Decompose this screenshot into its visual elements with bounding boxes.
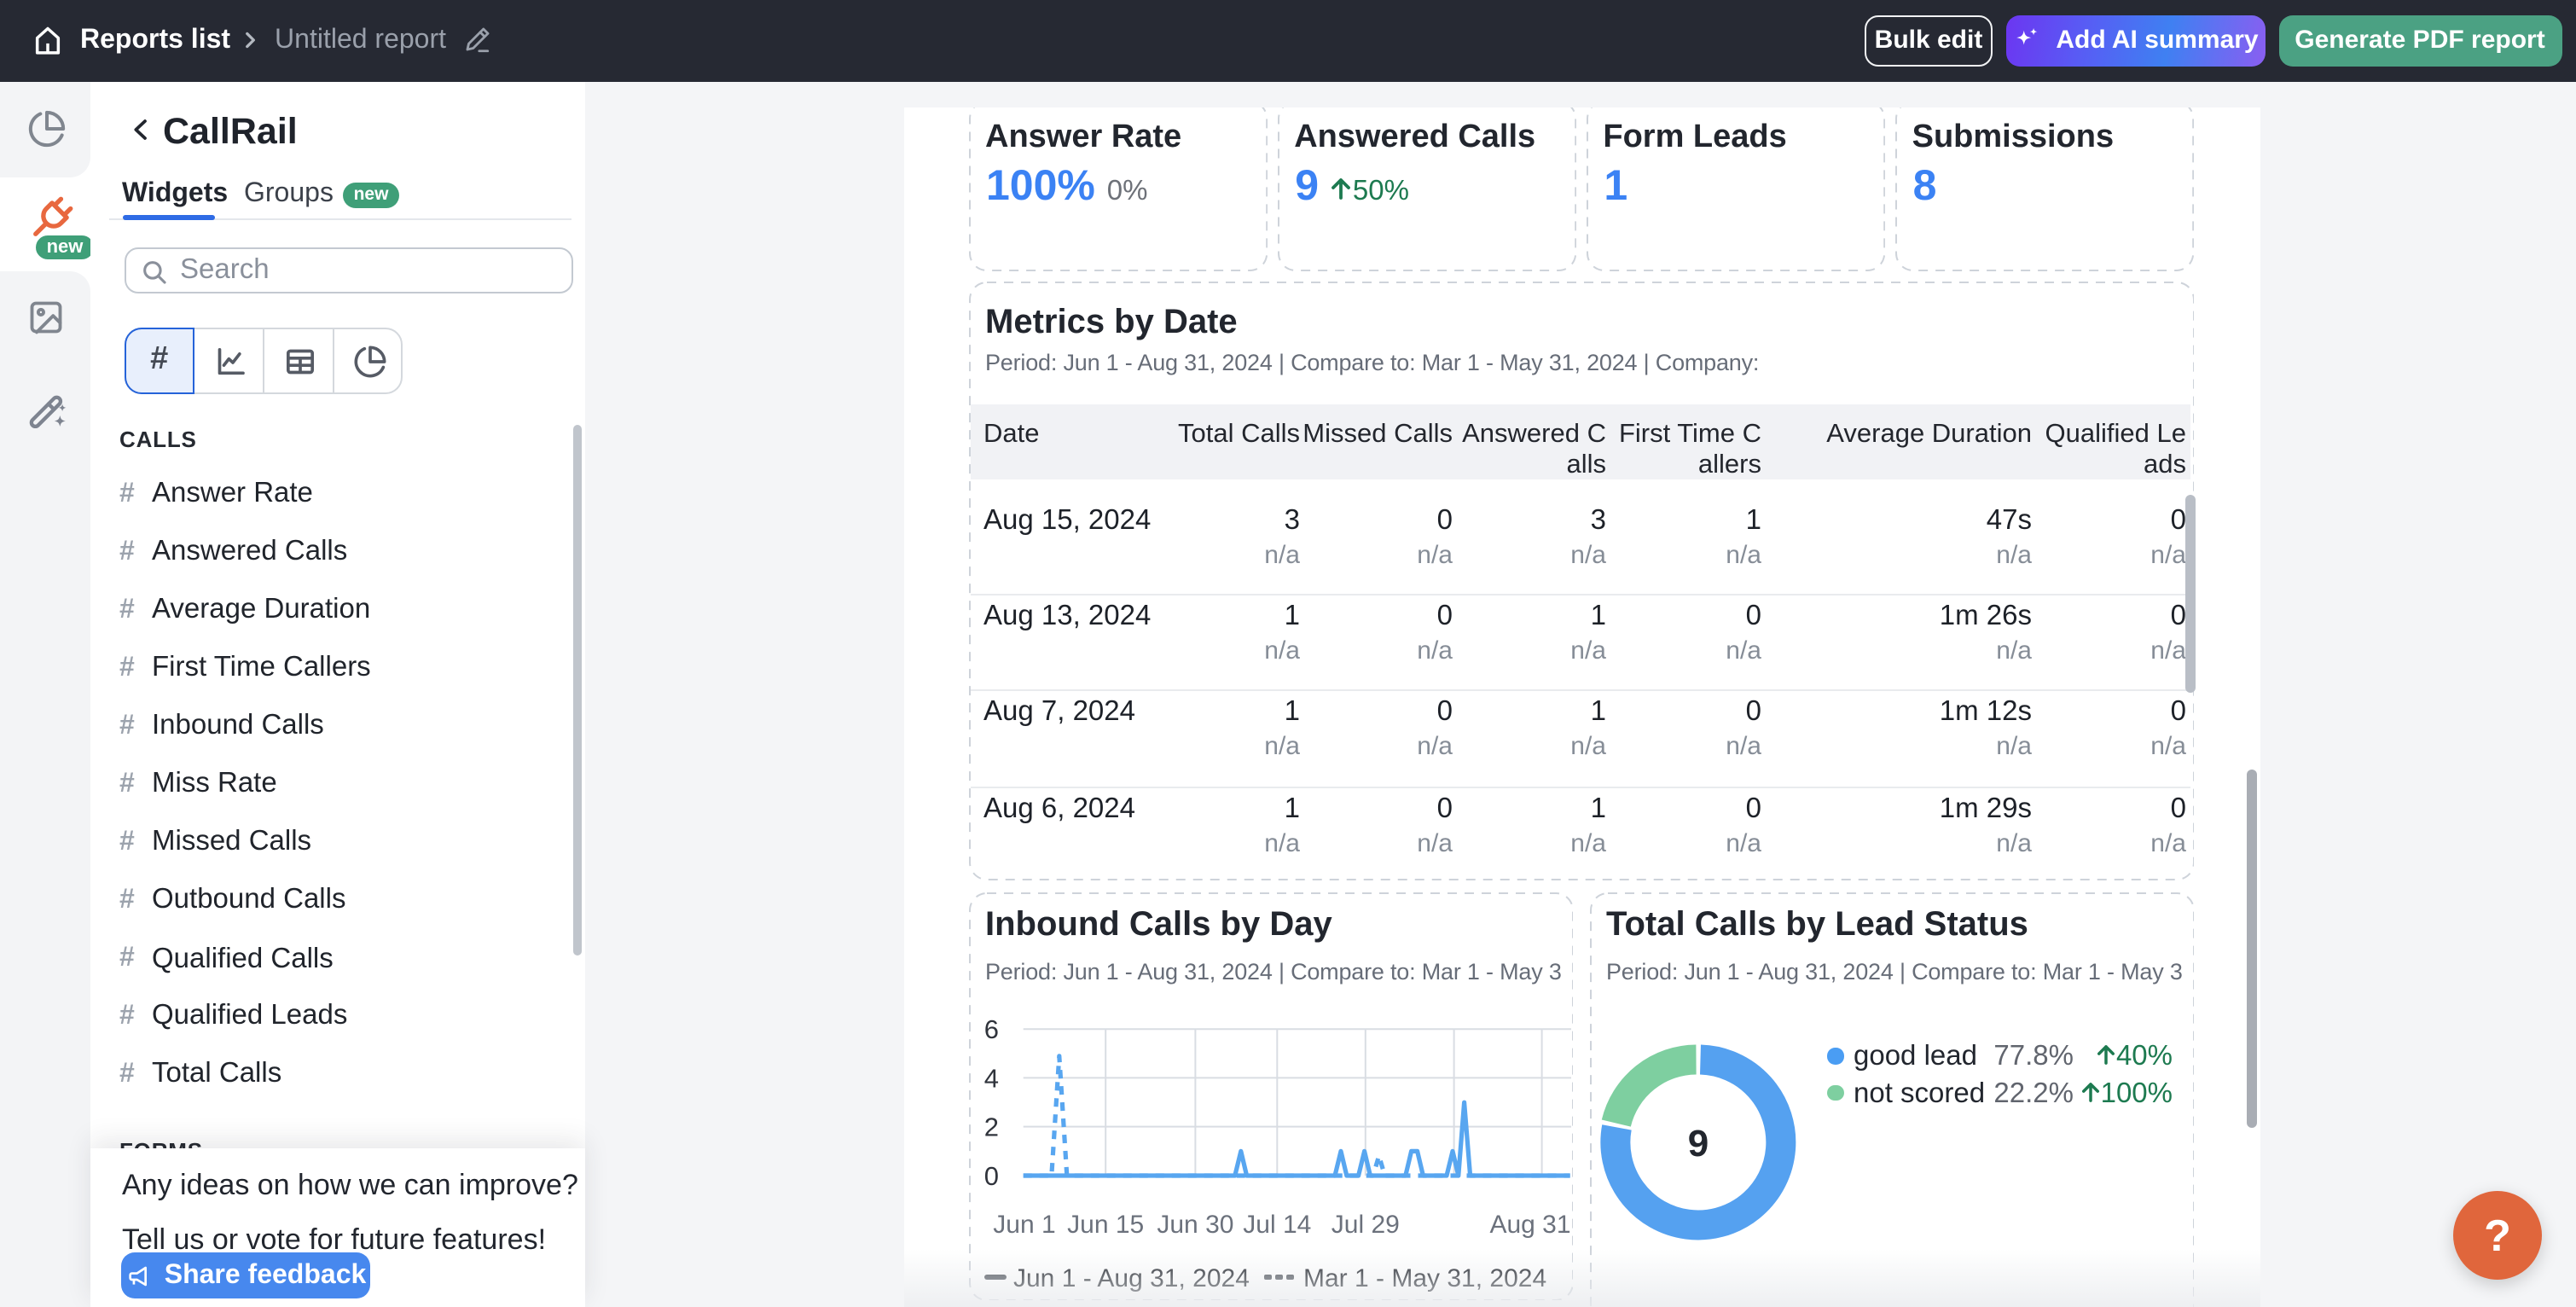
svg-text:Jul 29: Jul 29 — [1331, 1210, 1399, 1238]
svg-text:6: 6 — [983, 1014, 998, 1043]
svg-text:Jun 1 - Aug 31, 2024: Jun 1 - Aug 31, 2024 — [1012, 1263, 1249, 1292]
svg-text:Jun 1: Jun 1 — [992, 1210, 1054, 1238]
svg-text:Jun 15: Jun 15 — [1066, 1210, 1143, 1238]
svg-text:Aug 31: Aug 31 — [1488, 1210, 1569, 1238]
svg-text:Mar 1 - May 31, 2024: Mar 1 - May 31, 2024 — [1303, 1263, 1546, 1292]
svg-text:Jul 14: Jul 14 — [1242, 1210, 1310, 1238]
svg-text:9: 9 — [1687, 1123, 1708, 1165]
svg-text:0: 0 — [983, 1160, 998, 1190]
svg-text:Jun 30: Jun 30 — [1156, 1210, 1233, 1238]
svg-text:4: 4 — [983, 1062, 998, 1092]
svg-text:2: 2 — [983, 1112, 998, 1141]
